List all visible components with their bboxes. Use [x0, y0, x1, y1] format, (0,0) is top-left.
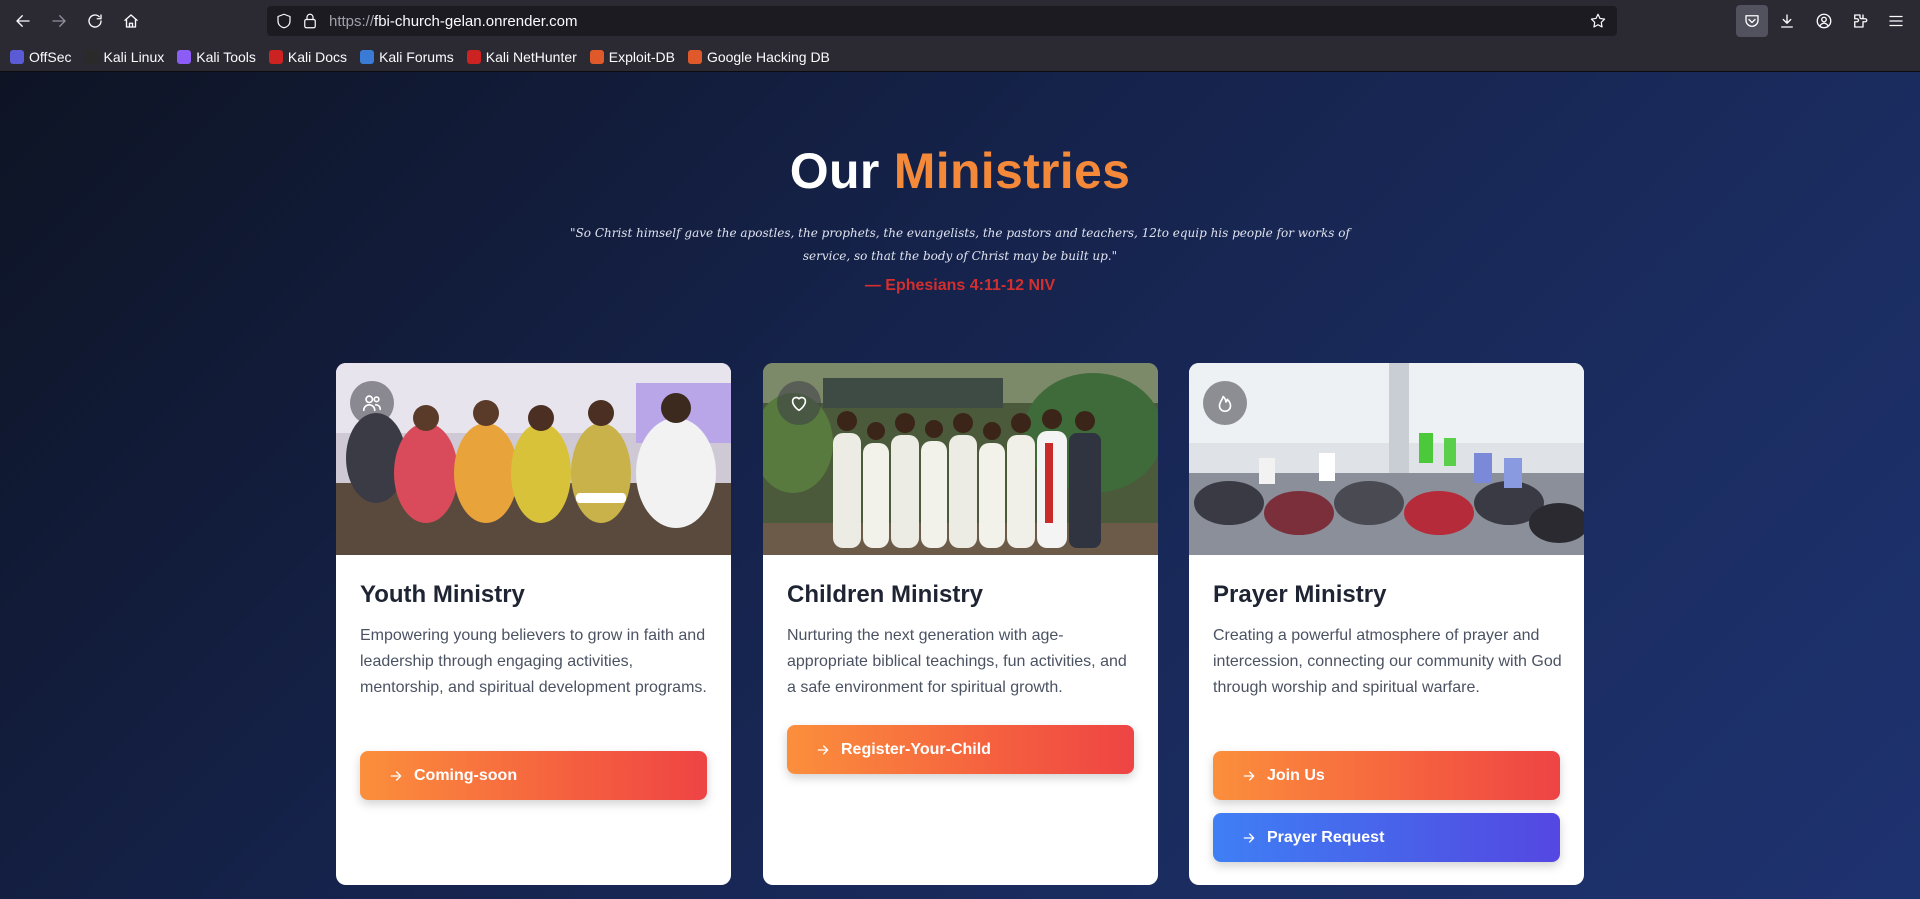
prayer-photo-illustration [1189, 363, 1584, 555]
prayer-request-button[interactable]: Prayer Request [1213, 813, 1560, 862]
nethunter-icon [466, 49, 481, 64]
youth-ministry-photo [336, 363, 731, 555]
account-icon [1816, 13, 1832, 29]
account-button[interactable] [1808, 5, 1840, 37]
kali-dragon-icon [84, 49, 99, 64]
downloads-button[interactable] [1771, 5, 1803, 37]
ministry-card-children: Children Ministry Nurturing the next gen… [763, 363, 1158, 885]
bookmark-label: Exploit-DB [608, 48, 675, 65]
heart-icon [777, 381, 821, 425]
users-icon [350, 381, 394, 425]
bookmark-label: Kali Forums [379, 48, 454, 65]
register-your-child-button[interactable]: Register-Your-Child [787, 725, 1134, 774]
bookmark-label: OffSec [29, 48, 72, 65]
url-text[interactable]: https://fbi-church-gelan.onrender.com [329, 13, 577, 30]
arrow-right-icon [815, 742, 831, 758]
ministries-section: Our Ministries "So Christ himself gave t… [0, 72, 1920, 899]
lock-icon[interactable] [301, 12, 319, 30]
arrow-right-icon [1241, 768, 1257, 784]
extensions-button[interactable] [1844, 5, 1876, 37]
bookmark-kali-tools[interactable]: Kali Tools [177, 49, 256, 65]
arrow-right-icon [388, 768, 404, 784]
bookmark-star-icon[interactable] [1589, 12, 1607, 30]
section-title: Our Ministries [0, 142, 1920, 200]
title-white: Our [789, 143, 880, 199]
card-title: Children Ministry [787, 581, 984, 608]
bookmark-label: Google Hacking DB [706, 48, 830, 65]
pocket-icon [1745, 15, 1759, 27]
bookmark-label: Kali Tools [196, 48, 256, 65]
exploit-db-icon [589, 49, 604, 64]
url-domain: fbi-church-gelan.onrender.com [374, 13, 578, 30]
children-ministry-photo [763, 363, 1158, 555]
card-title: Youth Ministry [360, 581, 525, 608]
forward-arrow-icon [52, 15, 66, 27]
join-us-button[interactable]: Join Us [1213, 751, 1560, 800]
download-icon [1781, 14, 1793, 28]
arrow-right-icon [1241, 830, 1257, 846]
scripture-reference: — Ephesians 4:11-12 NIV [864, 277, 1056, 294]
button-label: Prayer Request [1267, 828, 1385, 846]
coming-soon-button[interactable]: Coming-soon [360, 751, 707, 800]
prayer-ministry-photo [1189, 363, 1584, 555]
bookmark-label: Kali NetHunter [485, 48, 577, 65]
back-arrow-icon [16, 15, 30, 27]
puzzle-icon [1854, 14, 1868, 28]
card-title: Prayer Ministry [1213, 581, 1387, 608]
card-description: Empowering young believers to grow in fa… [360, 627, 707, 696]
hamburger-menu-icon [1889, 15, 1903, 27]
offsec-icon [10, 49, 24, 64]
button-label: Coming-soon [414, 766, 518, 784]
bookmark-kali-nethunter[interactable]: Kali NetHunter [466, 48, 577, 65]
ghdb-icon [687, 49, 702, 64]
kali-tools-icon [177, 49, 192, 64]
bookmark-offsec[interactable]: OffSec [10, 49, 72, 65]
bookmark-google-hacking-db[interactable]: Google Hacking DB [687, 48, 830, 65]
forward-button[interactable] [43, 5, 75, 37]
url-bar[interactable]: https://fbi-church-gelan.onrender.com [267, 6, 1617, 36]
ministry-card-youth: Youth Ministry Empowering young believer… [336, 363, 731, 885]
children-photo-illustration [763, 363, 1158, 555]
button-label: Join Us [1267, 766, 1325, 784]
scripture-quote: "So Christ himself gave the apostles, th… [570, 226, 1350, 263]
menu-button[interactable] [1880, 5, 1912, 37]
bookmark-label: Kali Linux [103, 48, 165, 65]
ministry-card-prayer: Prayer Ministry Creating a powerful atmo… [1189, 363, 1584, 885]
url-scheme: https:// [329, 13, 375, 30]
home-icon [124, 14, 138, 28]
bookmarks-toolbar: OffSec Kali Linux Kali Tools Kali Docs K… [0, 42, 1920, 72]
pocket-button[interactable] [1736, 5, 1768, 37]
youth-photo-illustration [336, 363, 731, 555]
tracking-shield-icon[interactable] [275, 12, 293, 30]
bookmark-exploit-db[interactable]: Exploit-DB [589, 48, 675, 65]
button-label: Register-Your-Child [841, 740, 991, 758]
bookmark-kali-forums[interactable]: Kali Forums [360, 49, 454, 65]
flame-icon [1203, 381, 1247, 425]
bookmark-label: Kali Docs [287, 48, 348, 65]
kali-forums-icon [360, 49, 375, 64]
back-button[interactable] [7, 5, 39, 37]
kali-docs-icon [268, 49, 283, 64]
card-description: Nurturing the next generation with age-a… [787, 627, 1127, 696]
title-accent: Ministries [893, 143, 1131, 199]
browser-toolbar: https://fbi-church-gelan.onrender.com [0, 0, 1920, 42]
card-description: Creating a powerful atmosphere of prayer… [1213, 627, 1562, 696]
bookmark-kali-linux[interactable]: Kali Linux [84, 48, 165, 65]
reload-icon [88, 14, 102, 28]
home-button[interactable] [115, 5, 147, 37]
bookmark-kali-docs[interactable]: Kali Docs [268, 48, 348, 65]
reload-button[interactable] [79, 5, 111, 37]
